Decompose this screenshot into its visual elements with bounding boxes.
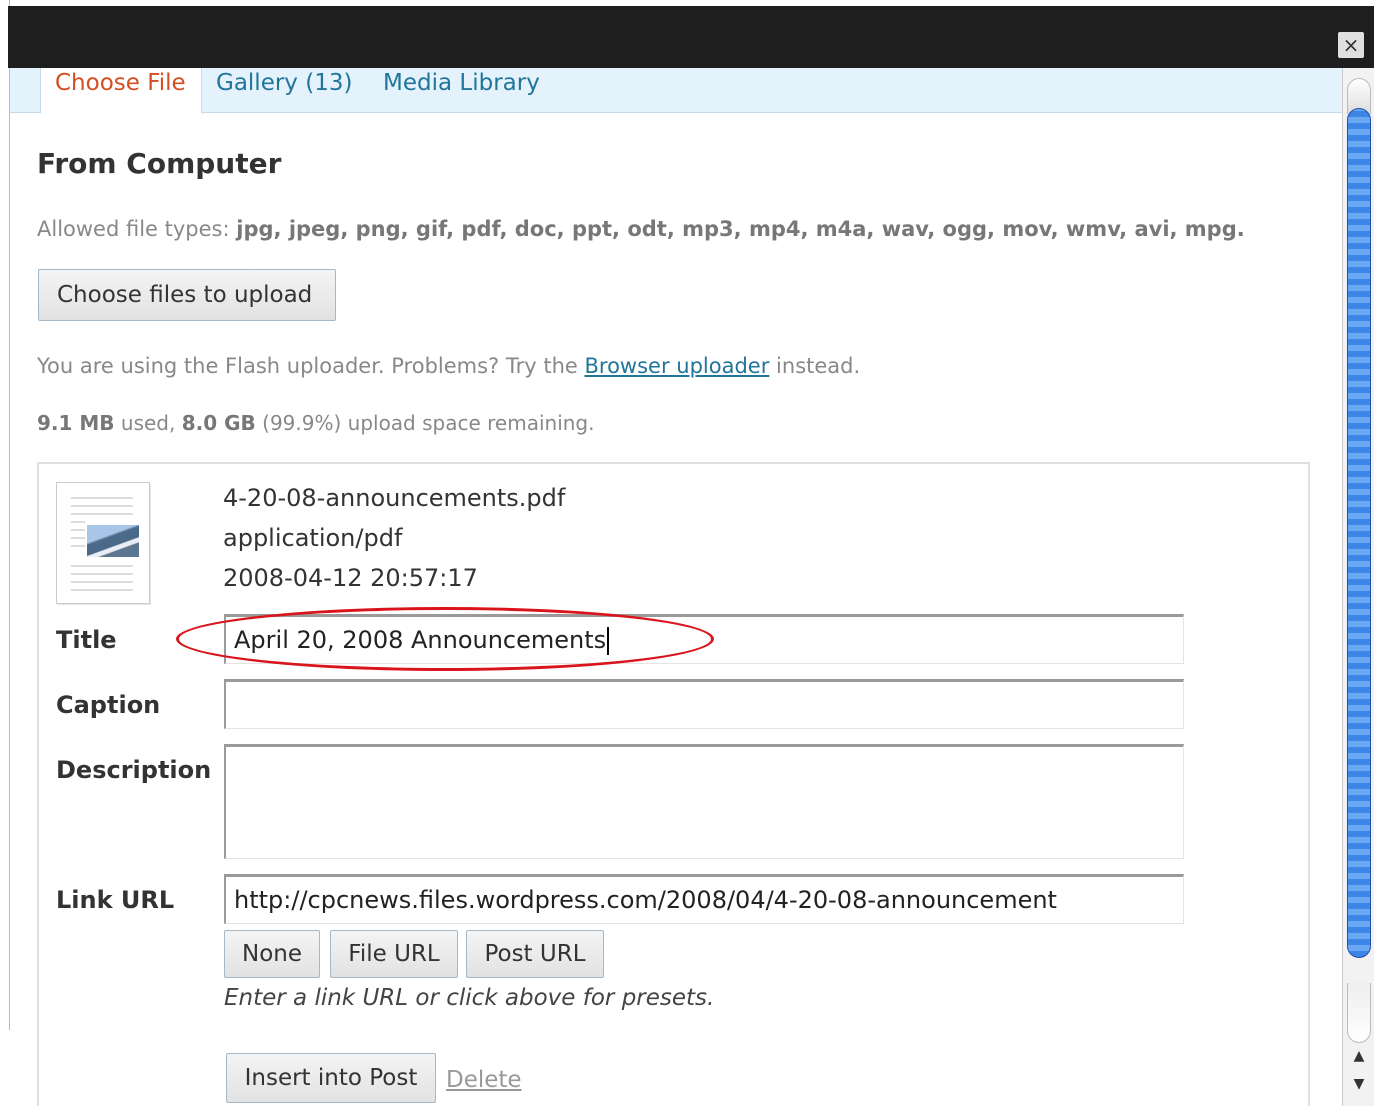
text-caret [607,627,610,655]
flash-note-suffix: instead. [776,354,861,378]
choose-files-button[interactable]: Choose files to upload [38,269,336,321]
flash-note-prefix: You are using the Flash uploader. Proble… [37,354,578,378]
delete-link[interactable]: Delete [446,1067,522,1093]
link-post-url-button[interactable]: Post URL [466,930,604,978]
vertical-scrollbar[interactable]: ▲ ▼ [1342,68,1374,1106]
allowed-file-types: Allowed file types: jpg, jpeg, png, gif,… [37,217,1245,241]
insert-into-post-button[interactable]: Insert into Post [226,1053,436,1103]
page-title: From Computer [37,147,282,180]
allowed-types-list: jpg, jpeg, png, gif, pdf, doc, ppt, odt,… [236,217,1245,241]
allowed-types-prefix: Allowed file types: [37,217,230,241]
link-presets-help: Enter a link URL or click above for pres… [224,985,715,1011]
scroll-down-arrow-icon[interactable]: ▼ [1351,1076,1367,1092]
flash-uploader-note: You are using the Flash uploader. Proble… [37,354,860,378]
scroll-up-arrow-icon[interactable]: ▲ [1351,1048,1367,1064]
quota-suffix: upload space remaining. [347,411,595,435]
link-url-field[interactable]: http://cpcnews.files.wordpress.com/2008/… [224,874,1184,924]
title-field[interactable]: April 20, 2008 Announcements [224,614,1184,664]
dialog-left-edge [0,0,10,1030]
quota-used: 9.1 MB [37,411,115,435]
title-label: Title [56,626,117,654]
tab-choose-file[interactable]: Choose File [40,68,202,114]
upload-quota: 9.1 MB used, 8.0 GB (99.9%) upload space… [37,411,595,435]
description-field[interactable] [224,744,1184,859]
quota-used-text: used, [120,411,176,435]
quota-percent: (99.9%) [262,411,342,435]
link-file-url-button[interactable]: File URL [330,930,458,978]
close-icon[interactable]: × [1338,32,1364,58]
caption-field[interactable] [224,679,1184,729]
scrollbar-thumb[interactable] [1347,108,1371,958]
file-upload-date: 2008-04-12 20:57:17 [223,564,478,592]
browser-uploader-link[interactable]: Browser uploader [585,354,770,378]
tab-media-library[interactable]: Media Library [383,68,540,113]
pdf-document-icon [56,482,150,604]
media-tabs: Choose File Gallery (13) Media Library [10,68,1342,114]
file-mime-type: application/pdf [223,524,403,552]
description-label: Description [56,756,212,784]
link-none-button[interactable]: None [224,930,320,978]
caption-label: Caption [56,691,161,719]
file-name: 4-20-08-announcements.pdf [223,484,566,512]
tab-gallery[interactable]: Gallery (13) [216,68,352,113]
link-url-label: Link URL [56,886,175,914]
dialog-title-bar: × [8,6,1374,68]
uploaded-file-item: 4-20-08-announcements.pdf application/pd… [37,462,1310,1106]
quota-remaining: 8.0 GB [181,411,256,435]
media-upload-dialog: × Choose File Gallery (13) Media Library… [0,0,1374,1106]
scrollbar-track-bottom [1347,983,1371,1043]
title-field-value: April 20, 2008 Announcements [234,626,607,654]
